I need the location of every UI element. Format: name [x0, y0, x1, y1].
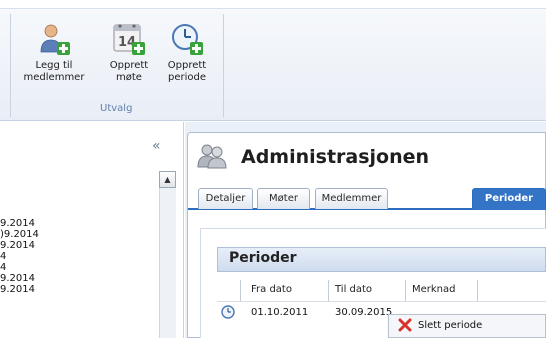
add-members-button[interactable]: Legg til medlemmer: [22, 22, 86, 84]
column-separator: [405, 280, 406, 301]
column-separator: [240, 280, 241, 301]
create-period-button[interactable]: Opprett periode: [161, 22, 213, 84]
create-meeting-button[interactable]: 14 Opprett møte: [105, 22, 153, 84]
tab-moter[interactable]: Møter: [257, 188, 310, 209]
create-period-label-1: Opprett: [167, 60, 207, 71]
calendar-add-icon: 14: [112, 22, 146, 56]
scroll-up-button[interactable]: ▲: [159, 171, 176, 188]
column-separator: [477, 280, 478, 301]
ribbon-group-label: Utvalg: [100, 103, 133, 114]
list-item[interactable]: 4: [0, 262, 158, 273]
delete-x-icon: [398, 318, 412, 332]
column-header-til-dato[interactable]: Til dato: [335, 284, 372, 295]
list-item[interactable]: 9.2014: [0, 218, 158, 229]
ribbon-separator: [10, 14, 11, 117]
list-item[interactable]: 9.2014: [0, 273, 158, 284]
collapse-panel-button[interactable]: «: [152, 138, 161, 154]
cell-fra-dato: 01.10.2011: [251, 307, 309, 318]
create-period-label-2: periode: [167, 72, 206, 83]
create-meeting-label-1: Opprett: [109, 60, 149, 71]
group-icon: [197, 143, 227, 169]
ribbon-separator: [223, 14, 224, 117]
add-members-label-2: medlemmer: [23, 72, 85, 83]
list-item[interactable]: 9.2014: [0, 284, 158, 295]
tab-perioder[interactable]: Perioder: [472, 188, 546, 210]
delete-period-menu-item[interactable]: Slett periode: [418, 320, 482, 331]
ribbon-top-strip: [0, 0, 546, 9]
clock-icon: [221, 305, 235, 319]
list-item[interactable]: )9.2014: [0, 229, 158, 240]
column-separator: [328, 280, 329, 301]
grid-title: Perioder: [229, 250, 297, 266]
list-item[interactable]: 4: [0, 251, 158, 262]
clock-add-icon: [170, 22, 204, 56]
add-user-icon: [37, 22, 71, 56]
left-scrollbar[interactable]: [159, 171, 176, 338]
cell-til-dato: 30.09.2015: [335, 307, 393, 318]
page-title: Administrasjonen: [241, 146, 430, 168]
column-header-fra-dato[interactable]: Fra dato: [251, 284, 292, 295]
add-members-label-1: Legg til: [35, 60, 73, 71]
tab-detaljer[interactable]: Detaljer: [198, 188, 253, 209]
list-item[interactable]: 9.2014: [0, 240, 158, 251]
left-list: 9.2014 )9.2014 9.2014 4 4 9.2014 9.2014: [0, 218, 158, 295]
create-meeting-label-2: møte: [116, 72, 142, 83]
tab-medlemmer[interactable]: Medlemmer: [315, 188, 388, 209]
column-header-merknad[interactable]: Merknad: [412, 284, 456, 295]
